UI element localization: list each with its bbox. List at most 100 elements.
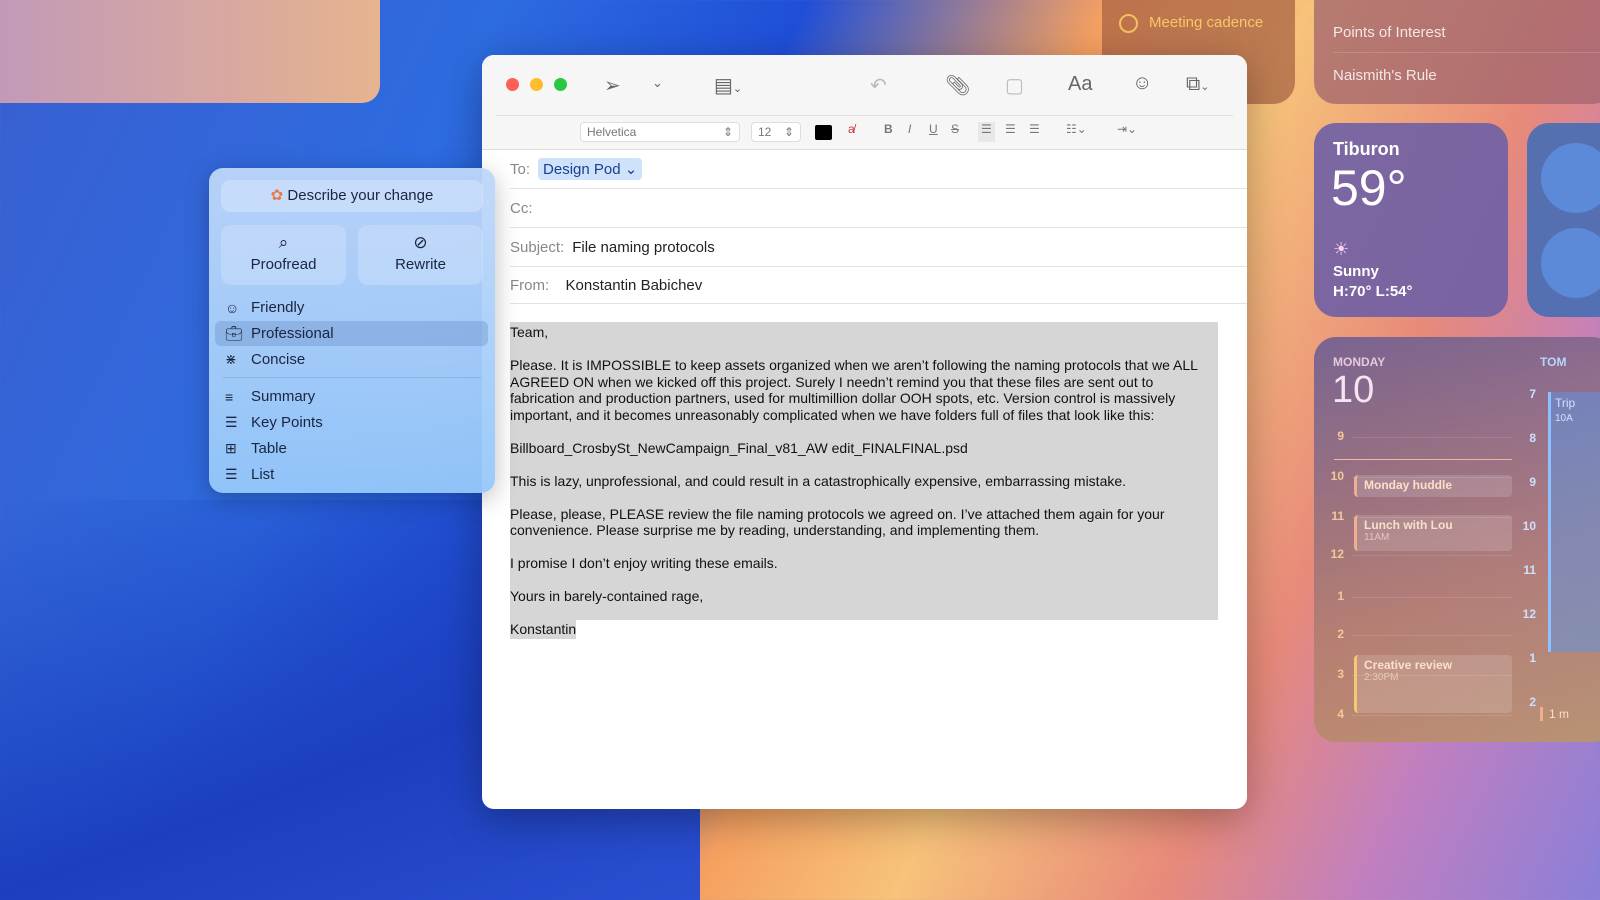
close-button[interactable]: [506, 78, 519, 91]
calendar-hour-label: 7: [1529, 387, 1536, 401]
align-left-button[interactable]: ☰: [978, 122, 995, 142]
fonts-icon[interactable]: Aa: [1068, 73, 1092, 96]
weather-city: Tiburon: [1333, 139, 1400, 159]
format-key-points[interactable]: ☰ Key Points: [215, 410, 488, 435]
wallpaper-photo-widget: [0, 0, 380, 103]
strikethrough-button[interactable]: S: [951, 122, 959, 142]
calendar-hour-label: 2: [1529, 695, 1536, 709]
calendar-day: MONDAY: [1333, 355, 1386, 369]
calendar-hour-label: 11: [1331, 509, 1344, 523]
header-fields-icon[interactable]: ▤⌄: [714, 73, 742, 98]
weather-high-low: H:70° L:54°: [1333, 283, 1413, 300]
describe-change-input[interactable]: ✿ Describe your change: [221, 180, 483, 212]
reminder-checkbox[interactable]: [1119, 14, 1138, 33]
from-field[interactable]: From: Konstantin Babichev: [510, 267, 1247, 304]
proofread-button[interactable]: ⌕ Proofread: [221, 225, 346, 285]
bold-button[interactable]: B: [884, 122, 893, 142]
underline-button[interactable]: U: [929, 122, 938, 142]
markup-icon[interactable]: ▢: [1005, 73, 1024, 98]
calendar-hour-label: 10: [1330, 469, 1344, 483]
writing-tools-panel: ✿ Describe your change ⌕ Proofread ⊘ Rewri…: [209, 168, 495, 493]
rewrite-icon: ⊘: [413, 233, 428, 252]
calendar-event[interactable]: Creative review 2:30PM: [1354, 655, 1512, 713]
reply-icon[interactable]: ↶: [870, 73, 887, 98]
note-item[interactable]: Naismith's Rule: [1333, 52, 1600, 84]
align-center-button[interactable]: ☰: [1005, 122, 1016, 142]
message-body[interactable]: Team, Please. It is IMPOSSIBLE to keep as…: [510, 322, 1218, 652]
cc-field[interactable]: Cc:: [510, 189, 1247, 228]
to-field[interactable]: To: Design Pod ⌄: [510, 150, 1247, 189]
calendar-hour-label: 1: [1337, 589, 1344, 603]
chevron-down-icon[interactable]: ⌄: [652, 75, 663, 91]
text-color-swatch[interactable]: [815, 125, 832, 140]
weather-condition: Sunny: [1333, 263, 1379, 280]
magnifier-icon: ⌕: [278, 233, 289, 252]
align-right-button[interactable]: ☰: [1029, 122, 1040, 142]
calendar-widget[interactable]: MONDAY 10 TOM 9 10 11 12 1 2 3 4 7 8 9 10 11 12 1 2 Mon…: [1314, 337, 1600, 742]
calendar-hour-label: 12: [1330, 547, 1344, 561]
subject-field[interactable]: Subject: File naming protocols: [510, 228, 1247, 267]
photo-browser-icon[interactable]: ⧉⌄: [1186, 73, 1210, 96]
hour-line: [1352, 437, 1512, 438]
calendar-tomorrow: TOM: [1540, 355, 1567, 369]
calendar-hour-label: 10: [1522, 519, 1536, 533]
calendar-hour-label: 8: [1529, 431, 1536, 445]
apple-intelligence-icon: ✿: [270, 187, 284, 204]
sun-icon: ☀: [1333, 239, 1350, 259]
compress-icon: ⋇: [225, 351, 237, 367]
reminder-title: Meeting cadence: [1149, 14, 1264, 31]
calendar-hour-label: 3: [1337, 667, 1344, 681]
hour-line: [1352, 597, 1512, 598]
format-summary[interactable]: ≡ Summary: [215, 384, 488, 409]
calendar-hour-label: 2: [1337, 627, 1344, 641]
calendar-event[interactable]: Monday huddle: [1354, 475, 1512, 497]
calendar-event[interactable]: 1 m: [1540, 707, 1569, 721]
italic-button[interactable]: I: [908, 122, 911, 142]
list-icon: ☰: [225, 466, 238, 482]
rewrite-button[interactable]: ⊘ Rewrite: [358, 225, 483, 285]
briefcase-icon: 💼︎: [225, 325, 243, 341]
calendar-hour-label: 1: [1529, 651, 1536, 665]
calendar-event[interactable]: Lunch with Lou 11AM: [1354, 515, 1512, 551]
minimize-button[interactable]: [530, 78, 543, 91]
divider: [223, 377, 481, 378]
format-table[interactable]: ⊞ Table: [215, 436, 488, 461]
weather-temp: 59°: [1331, 160, 1407, 216]
list-bullets-icon: ☰: [225, 414, 238, 430]
send-icon[interactable]: ➢: [604, 73, 621, 98]
format-list[interactable]: ☰ List: [215, 462, 488, 487]
toolbar: ➢ ⌄ ▤⌄ ↶ 📎︎ ▢ Aa ☺ ⧉⌄ Helvetica ⇕ 12 ⇕ a̸ …: [482, 55, 1247, 150]
calendar-hour-label: 9: [1529, 475, 1536, 489]
clock-face: [1541, 143, 1600, 213]
table-icon: ⊞: [225, 440, 237, 456]
smiley-icon: ☺: [225, 299, 240, 316]
tone-professional[interactable]: 💼︎ Professional: [215, 321, 488, 346]
emoji-icon[interactable]: ☺: [1132, 72, 1152, 95]
attachment-icon[interactable]: 📎︎: [945, 73, 970, 98]
background-color-icon[interactable]: a̸: [848, 122, 855, 142]
mail-compose-window[interactable]: ➢ ⌄ ▤⌄ ↶ 📎︎ ▢ Aa ☺ ⧉⌄ Helvetica ⇕ 12 ⇕ a̸ …: [482, 55, 1247, 809]
weather-widget[interactable]: Tiburon 59° ☀ Sunny H:70° L:54°: [1314, 123, 1508, 317]
world-clock-widget[interactable]: [1527, 123, 1600, 317]
hour-line: [1352, 715, 1512, 716]
calendar-hour-label: 11: [1523, 563, 1536, 577]
calendar-date: 10: [1332, 369, 1375, 411]
notes-widget[interactable]: Points of Interest Naismith's Rule: [1314, 0, 1600, 104]
tone-concise[interactable]: ⋇ Concise: [215, 347, 488, 372]
calendar-hour-label: 12: [1522, 607, 1536, 621]
font-select[interactable]: Helvetica ⇕: [580, 122, 740, 142]
zoom-button[interactable]: [554, 78, 567, 91]
hour-line: [1352, 635, 1512, 636]
clock-face: [1541, 228, 1600, 298]
recipient-token[interactable]: Design Pod ⌄: [538, 158, 643, 180]
hour-line: [1352, 555, 1512, 556]
calendar-event[interactable]: Trip 10A: [1548, 392, 1600, 652]
indent-menu-icon[interactable]: ⇥⌄: [1117, 122, 1137, 142]
calendar-hour-label: 4: [1337, 707, 1344, 721]
list-menu-icon[interactable]: ☷⌄: [1066, 122, 1087, 142]
font-size-select[interactable]: 12 ⇕: [751, 122, 801, 142]
note-item[interactable]: Points of Interest: [1333, 10, 1600, 41]
summary-icon: ≡: [225, 388, 234, 405]
current-time-line: [1334, 459, 1512, 460]
tone-friendly[interactable]: ☺ Friendly: [215, 295, 488, 320]
